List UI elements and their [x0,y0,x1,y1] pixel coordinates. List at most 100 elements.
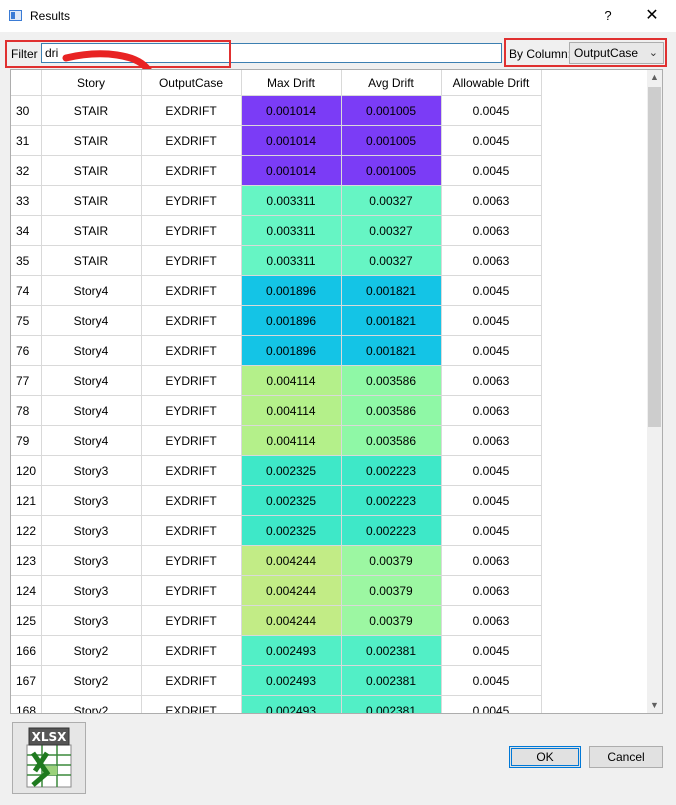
cell-outputcase[interactable]: EYDRIFT [141,365,242,396]
cell-avg-drift[interactable]: 0.00379 [341,605,442,636]
table-row[interactable]: 79 Story4 EYDRIFT 0.004114 0.003586 0.0063 [11,425,542,456]
cell-allowable-drift[interactable]: 0.0063 [441,245,542,276]
table-row[interactable]: 77 Story4 EYDRIFT 0.004114 0.003586 0.0063 [11,365,542,396]
cell-max-drift[interactable]: 0.001014 [241,95,342,126]
table-row[interactable]: 120 Story3 EXDRIFT 0.002325 0.002223 0.0045 [11,455,542,486]
table-row[interactable]: 123 Story3 EYDRIFT 0.004244 0.00379 0.0063 [11,545,542,576]
cell-allowable-drift[interactable]: 0.0063 [441,185,542,216]
cell-max-drift[interactable]: 0.004244 [241,605,342,636]
row-number[interactable]: 120 [11,455,42,486]
cell-story[interactable]: Story4 [41,425,142,456]
row-number[interactable]: 30 [11,95,42,126]
row-number[interactable]: 75 [11,305,42,336]
cell-avg-drift[interactable]: 0.00327 [341,185,442,216]
cell-avg-drift[interactable]: 0.003586 [341,425,442,456]
cell-allowable-drift[interactable]: 0.0063 [441,215,542,246]
cell-max-drift[interactable]: 0.002325 [241,485,342,516]
cell-outputcase[interactable]: EXDRIFT [141,155,242,186]
row-number[interactable]: 74 [11,275,42,306]
cell-outputcase[interactable]: EXDRIFT [141,635,242,666]
cell-avg-drift[interactable]: 0.001005 [341,155,442,186]
cell-avg-drift[interactable]: 0.002223 [341,485,442,516]
cell-outputcase[interactable]: EYDRIFT [141,395,242,426]
table-row[interactable]: 166 Story2 EXDRIFT 0.002493 0.002381 0.0045 [11,635,542,666]
cell-avg-drift[interactable]: 0.003586 [341,365,442,396]
row-number[interactable]: 167 [11,665,42,696]
table-row[interactable]: 76 Story4 EXDRIFT 0.001896 0.001821 0.0045 [11,335,542,366]
cell-max-drift[interactable]: 0.001896 [241,275,342,306]
cell-outputcase[interactable]: EYDRIFT [141,545,242,576]
cell-outputcase[interactable]: EXDRIFT [141,95,242,126]
row-number[interactable]: 78 [11,395,42,426]
cell-allowable-drift[interactable]: 0.0045 [441,275,542,306]
table-row[interactable]: 34 STAIR EYDRIFT 0.003311 0.00327 0.0063 [11,215,542,246]
row-number[interactable]: 31 [11,125,42,156]
cell-outputcase[interactable]: EXDRIFT [141,335,242,366]
cell-story[interactable]: STAIR [41,215,142,246]
cell-avg-drift[interactable]: 0.001821 [341,335,442,366]
row-number[interactable]: 166 [11,635,42,666]
cell-outputcase[interactable]: EXDRIFT [141,275,242,306]
cell-max-drift[interactable]: 0.002325 [241,455,342,486]
cell-allowable-drift[interactable]: 0.0045 [441,635,542,666]
cell-avg-drift[interactable]: 0.00379 [341,575,442,606]
cell-avg-drift[interactable]: 0.002381 [341,665,442,696]
cell-story[interactable]: STAIR [41,185,142,216]
cell-story[interactable]: Story4 [41,335,142,366]
cell-max-drift[interactable]: 0.001014 [241,155,342,186]
cell-avg-drift[interactable]: 0.00379 [341,545,442,576]
cell-outputcase[interactable]: EXDRIFT [141,695,242,713]
cell-allowable-drift[interactable]: 0.0063 [441,545,542,576]
cell-outputcase[interactable]: EXDRIFT [141,515,242,546]
column-header-story[interactable]: Story [41,70,142,96]
row-number[interactable]: 34 [11,215,42,246]
cell-max-drift[interactable]: 0.004114 [241,365,342,396]
scroll-up-icon[interactable]: ▲ [647,70,662,85]
cell-allowable-drift[interactable]: 0.0045 [441,455,542,486]
cell-story[interactable]: Story3 [41,605,142,636]
cell-max-drift[interactable]: 0.003311 [241,185,342,216]
cell-story[interactable]: Story3 [41,515,142,546]
cell-story[interactable]: Story4 [41,365,142,396]
column-header-allowable-drift[interactable]: Allowable Drift [441,70,542,96]
cell-story[interactable]: STAIR [41,245,142,276]
ok-button[interactable]: OK [509,746,581,768]
cell-allowable-drift[interactable]: 0.0045 [441,155,542,186]
cell-avg-drift[interactable]: 0.00327 [341,245,442,276]
cell-avg-drift[interactable]: 0.002223 [341,455,442,486]
cell-story[interactable]: Story3 [41,545,142,576]
cell-avg-drift[interactable]: 0.002381 [341,635,442,666]
cell-story[interactable]: Story4 [41,395,142,426]
table-row[interactable]: 30 STAIR EXDRIFT 0.001014 0.001005 0.0045 [11,95,542,126]
cancel-button[interactable]: Cancel [589,746,663,768]
cell-story[interactable]: Story4 [41,305,142,336]
cell-outputcase[interactable]: EYDRIFT [141,215,242,246]
row-number[interactable]: 32 [11,155,42,186]
cell-story[interactable]: STAIR [41,155,142,186]
cell-allowable-drift[interactable]: 0.0045 [441,335,542,366]
table-row[interactable]: 75 Story4 EXDRIFT 0.001896 0.001821 0.0045 [11,305,542,336]
cell-max-drift[interactable]: 0.004114 [241,425,342,456]
table-row[interactable]: 74 Story4 EXDRIFT 0.001896 0.001821 0.0045 [11,275,542,306]
cell-allowable-drift[interactable]: 0.0063 [441,365,542,396]
cell-outputcase[interactable]: EYDRIFT [141,605,242,636]
cell-max-drift[interactable]: 0.002325 [241,515,342,546]
table-row[interactable]: 125 Story3 EYDRIFT 0.004244 0.00379 0.0063 [11,605,542,636]
row-number[interactable]: 77 [11,365,42,396]
cell-allowable-drift[interactable]: 0.0045 [441,125,542,156]
row-number[interactable]: 124 [11,575,42,606]
cell-avg-drift[interactable]: 0.001821 [341,305,442,336]
cell-max-drift[interactable]: 0.004244 [241,575,342,606]
row-number[interactable]: 125 [11,605,42,636]
column-header-avg-drift[interactable]: Avg Drift [341,70,442,96]
cell-story[interactable]: Story2 [41,695,142,713]
cell-allowable-drift[interactable]: 0.0063 [441,395,542,426]
cell-avg-drift[interactable]: 0.002223 [341,515,442,546]
row-number[interactable]: 79 [11,425,42,456]
table-row[interactable]: 78 Story4 EYDRIFT 0.004114 0.003586 0.0063 [11,395,542,426]
cell-story[interactable]: STAIR [41,95,142,126]
cell-avg-drift[interactable]: 0.003586 [341,395,442,426]
column-header-outputcase[interactable]: OutputCase [141,70,242,96]
cell-allowable-drift[interactable]: 0.0045 [441,665,542,696]
cell-max-drift[interactable]: 0.003311 [241,245,342,276]
